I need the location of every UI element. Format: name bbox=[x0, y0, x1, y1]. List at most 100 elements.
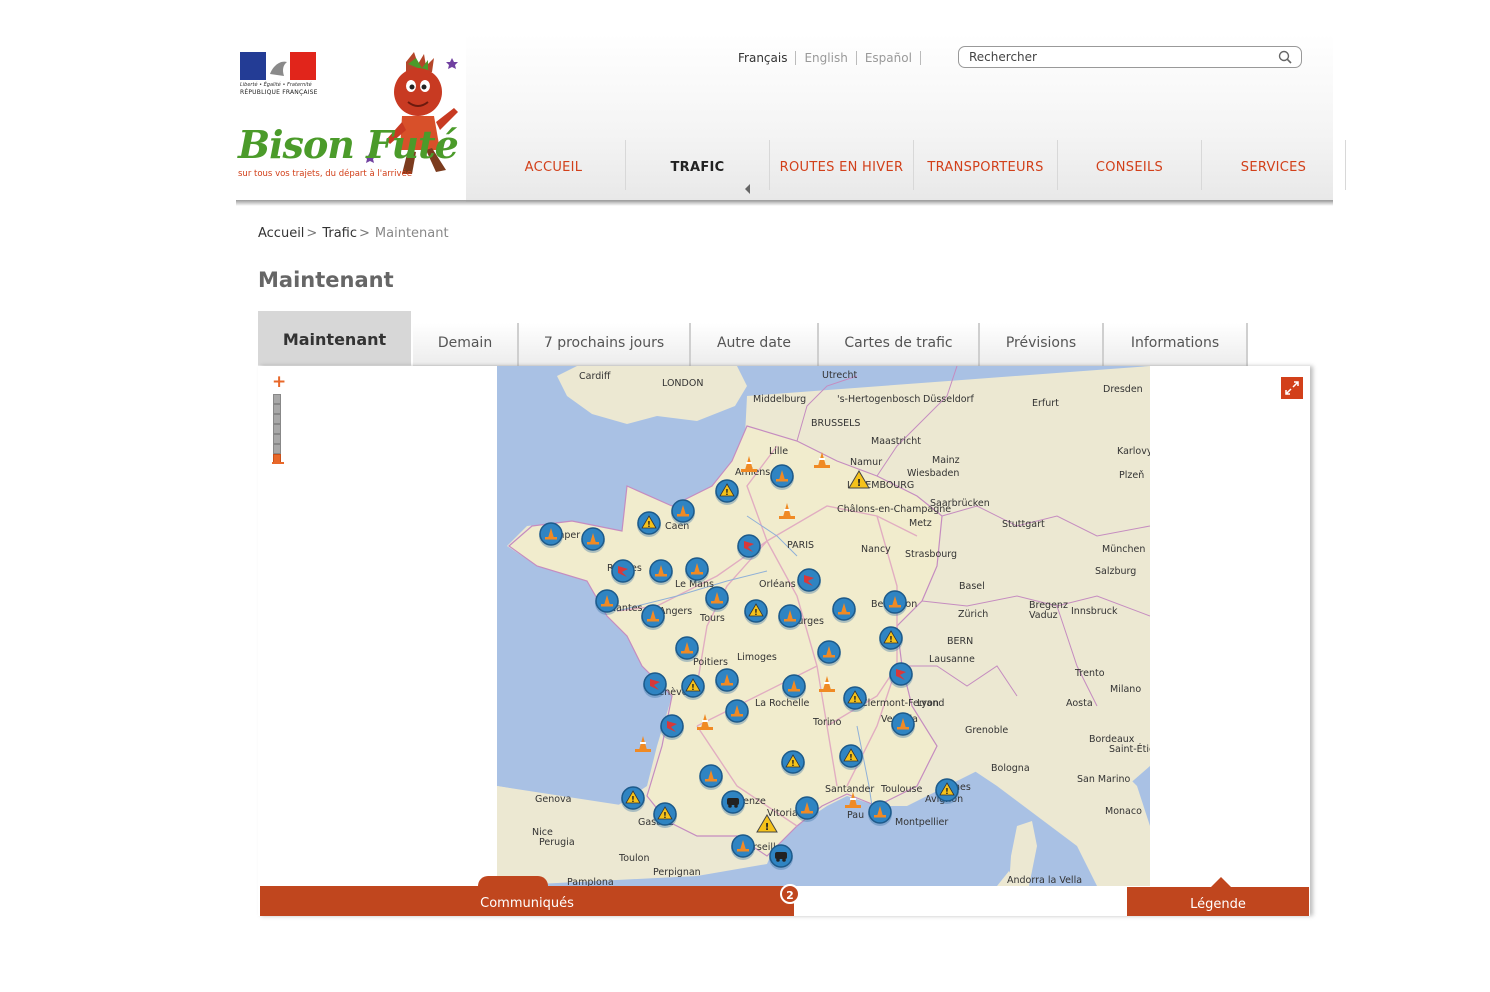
warning-triangle-icon[interactable]: ! bbox=[839, 744, 863, 770]
warning-triangle-icon[interactable]: ! bbox=[715, 479, 739, 505]
warning-triangle-icon[interactable]: ! bbox=[935, 778, 959, 804]
zoom-step[interactable] bbox=[273, 444, 281, 454]
tab-previsions[interactable]: Prévisions bbox=[980, 323, 1104, 366]
logo-block[interactable]: Liberté • Égalité • Fraternité RÉPUBLIQU… bbox=[236, 34, 466, 202]
warning-triangle-icon[interactable]: ! bbox=[681, 674, 705, 700]
warning-triangle-icon[interactable]: ! bbox=[843, 686, 867, 712]
traffic-map[interactable]: Cardiff LONDON Utrecht Dresden Middelburg 's-… bbox=[497, 366, 1150, 886]
nav-conseils[interactable]: CONSEILS bbox=[1058, 140, 1202, 190]
map-place-label: Vitoria bbox=[767, 808, 798, 819]
map-place-label: PARIS bbox=[787, 540, 814, 551]
search-icon[interactable] bbox=[1277, 49, 1293, 65]
event-flag-icon[interactable] bbox=[797, 568, 821, 594]
roadworks-cone-icon[interactable] bbox=[832, 597, 856, 623]
map-place-label: Metz bbox=[909, 518, 932, 529]
event-flag-icon[interactable] bbox=[660, 714, 684, 740]
tab-autre-date[interactable]: Autre date bbox=[691, 323, 819, 366]
warning-triangle-icon[interactable]: ! bbox=[744, 599, 768, 625]
tab-cartes-de-trafic[interactable]: Cartes de trafic bbox=[819, 323, 980, 366]
roadworks-cone-icon[interactable] bbox=[782, 674, 806, 700]
warning-triangle-icon[interactable]: ! bbox=[653, 802, 677, 828]
tab-7-prochains-jours[interactable]: 7 prochains jours bbox=[519, 323, 691, 366]
zoom-step[interactable] bbox=[273, 404, 281, 414]
warning-triangle-icon[interactable]: ! bbox=[621, 786, 645, 812]
nav-services[interactable]: SERVICES bbox=[1202, 140, 1346, 190]
lang-english[interactable]: English bbox=[796, 51, 857, 65]
map-place-label: Pau bbox=[847, 810, 864, 821]
svg-text:!: ! bbox=[647, 520, 651, 529]
roadworks-cone-icon[interactable] bbox=[649, 559, 673, 585]
roadworks-cone-icon[interactable] bbox=[725, 699, 749, 725]
search-input[interactable] bbox=[969, 47, 1269, 67]
roadworks-cone-icon[interactable] bbox=[705, 586, 729, 612]
vehicle-icon[interactable] bbox=[769, 844, 793, 870]
roadworks-cone-icon[interactable] bbox=[685, 557, 709, 583]
roadworks-cone-icon[interactable] bbox=[795, 796, 819, 822]
roadworks-cone-icon[interactable] bbox=[817, 640, 841, 666]
map-place-label: Plzeň bbox=[1119, 470, 1144, 481]
fullscreen-button[interactable] bbox=[1281, 377, 1303, 399]
tab-informations[interactable]: Informations bbox=[1104, 323, 1248, 366]
roadworks-cone-icon[interactable] bbox=[731, 834, 755, 860]
event-flag-icon[interactable] bbox=[737, 534, 761, 560]
event-flag-icon[interactable] bbox=[889, 662, 913, 688]
map-place-label: 's-Hertogenbosch bbox=[837, 394, 920, 405]
main-nav: ACCUEIL TRAFIC ROUTES EN HIVER TRANSPORT… bbox=[482, 140, 1346, 190]
roadworks-cone-icon[interactable] bbox=[539, 522, 563, 548]
site-header: Liberté • Égalité • Fraternité RÉPUBLIQU… bbox=[236, 34, 1346, 202]
map-place-label: Milano bbox=[1110, 684, 1141, 695]
roadworks-cone-icon[interactable] bbox=[883, 590, 907, 616]
tab-demain[interactable]: Demain bbox=[413, 323, 519, 366]
map-place-label: Düsseldorf bbox=[923, 394, 974, 405]
breadcrumb: Accueil > Trafic > Maintenant bbox=[258, 226, 449, 241]
page-title: Maintenant bbox=[258, 268, 394, 292]
breadcrumb-current: Maintenant bbox=[374, 226, 449, 241]
map-place-label: Karlovy Vary bbox=[1117, 446, 1150, 457]
zoom-step[interactable] bbox=[273, 434, 281, 444]
map-place-label: München bbox=[1102, 544, 1145, 555]
roadworks-cone-icon[interactable] bbox=[699, 764, 723, 790]
map-place-label: Zürich bbox=[958, 609, 988, 620]
map-place-label: Limoges bbox=[737, 652, 777, 663]
roadworks-cone-icon[interactable] bbox=[891, 712, 915, 738]
nav-accueil[interactable]: ACCUEIL bbox=[482, 140, 626, 190]
breadcrumb-trafic[interactable]: Trafic bbox=[322, 226, 357, 241]
roadworks-cone-icon[interactable] bbox=[595, 589, 619, 615]
zoom-out-button[interactable] bbox=[272, 462, 284, 464]
svg-text:!: ! bbox=[691, 683, 695, 692]
zoom-slider[interactable] bbox=[273, 394, 281, 464]
map-place-label: Orléans bbox=[759, 579, 796, 590]
nav-trafic[interactable]: TRAFIC bbox=[626, 140, 770, 190]
nav-routes-en-hiver[interactable]: ROUTES EN HIVER bbox=[770, 140, 914, 190]
vehicle-icon[interactable] bbox=[721, 790, 745, 816]
warning-triangle-icon[interactable]: ! bbox=[637, 511, 661, 537]
nav-transporteurs[interactable]: TRANSPORTEURS bbox=[914, 140, 1058, 190]
breadcrumb-accueil[interactable]: Accueil bbox=[258, 226, 304, 241]
communiques-button[interactable]: Communiqués bbox=[260, 886, 794, 916]
roadworks-cone-icon[interactable] bbox=[778, 604, 802, 630]
warning-triangle-icon[interactable]: ! bbox=[879, 626, 903, 652]
zoom-step[interactable] bbox=[273, 414, 281, 424]
zoom-in-button[interactable]: + bbox=[272, 374, 286, 391]
marianne-logo bbox=[240, 52, 316, 80]
map-place-label: Châlons-en-Champagne bbox=[837, 504, 951, 515]
map-place-label: Pamplona bbox=[567, 877, 614, 886]
map-place-label: Strasbourg bbox=[905, 549, 957, 560]
event-flag-icon[interactable] bbox=[611, 559, 635, 585]
lang-francais[interactable]: Français bbox=[738, 51, 797, 65]
legende-button[interactable]: Légende bbox=[1127, 887, 1309, 916]
warning-triangle-icon[interactable]: ! bbox=[781, 750, 805, 776]
roadworks-cone-icon[interactable] bbox=[641, 604, 665, 630]
roadworks-cone-icon[interactable] bbox=[770, 464, 794, 490]
roadworks-cone-icon[interactable] bbox=[868, 800, 892, 826]
roadworks-cone-icon[interactable] bbox=[671, 499, 695, 525]
tab-maintenant[interactable]: Maintenant bbox=[258, 311, 411, 366]
event-flag-icon[interactable] bbox=[643, 672, 667, 698]
roadworks-cone-icon[interactable] bbox=[715, 668, 739, 694]
zoom-step[interactable] bbox=[273, 394, 281, 404]
zoom-step[interactable] bbox=[273, 424, 281, 434]
roadworks-cone-icon[interactable] bbox=[581, 527, 605, 553]
lang-espanol[interactable]: Español bbox=[857, 51, 921, 65]
roadworks-cone-icon[interactable] bbox=[675, 636, 699, 662]
map-place-label: Saint-Étienne bbox=[1109, 743, 1150, 755]
